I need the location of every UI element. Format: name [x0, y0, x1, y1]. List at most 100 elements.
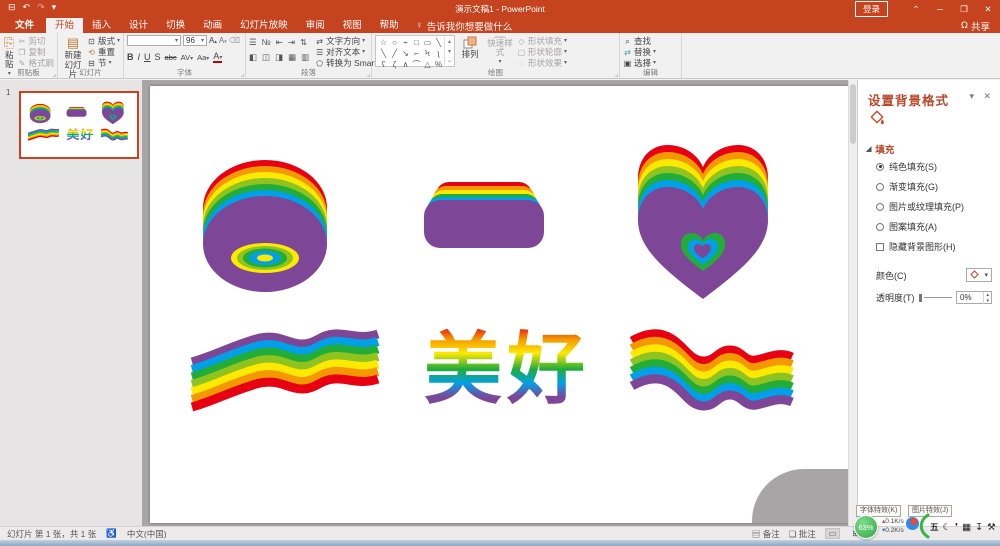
option-gradient-fill[interactable]: 渐变填充(G) — [876, 180, 964, 193]
gallery-down-icon[interactable]: ▾ — [448, 48, 451, 55]
cut-button[interactable]: ✂剪切 — [17, 37, 54, 46]
shape-star-icon[interactable]: ☆ — [378, 37, 389, 48]
slide-thumbnail[interactable] — [19, 91, 139, 159]
tab-transitions[interactable]: 切换 — [157, 18, 194, 33]
spin-down-icon[interactable]: ▾ — [986, 298, 989, 304]
toolbox-wrench-icon[interactable]: ⚒ — [987, 522, 996, 533]
download-tray-icon[interactable]: ↧ — [975, 522, 983, 533]
punctuation-icon[interactable]: ❜ — [955, 522, 958, 533]
rainbow-donut-shape[interactable] — [203, 160, 327, 292]
shape-rect-icon[interactable]: □ — [411, 37, 422, 48]
columns-button[interactable]: ▥ — [301, 52, 309, 63]
vertical-scrollbar[interactable] — [848, 80, 857, 526]
color-picker-button[interactable]: ▾ — [966, 268, 992, 282]
clear-formatting-button[interactable]: ⌫ — [229, 36, 240, 45]
keyboard-grid-icon[interactable]: ▦ — [962, 522, 971, 533]
increase-indent-button[interactable]: ⇥ — [288, 37, 295, 48]
tab-file[interactable]: 文件 — [3, 18, 46, 33]
shape-scribble-icon[interactable]: ⌁ — [400, 37, 411, 48]
slider-thumb[interactable] — [919, 294, 922, 302]
rainbow-heart-shape[interactable] — [638, 145, 768, 299]
shape-rounded-rect-icon[interactable]: ▭ — [422, 37, 433, 48]
clipboard-dialog-launcher[interactable]: ⌟ — [53, 70, 56, 78]
align-left-button[interactable]: ◧ — [249, 52, 257, 63]
transparency-spinner[interactable]: 0% ▴▾ — [956, 291, 992, 304]
bold-button[interactable]: B — [127, 52, 134, 62]
line-spacing-button[interactable]: ⇅ — [300, 37, 307, 48]
network-speed-monitor[interactable]: ▴0.1K/s ▾0.2K/s — [882, 517, 904, 535]
shape-line3-icon[interactable]: ╱ — [389, 48, 400, 59]
sign-in-button[interactable]: 登录 — [855, 1, 888, 17]
tab-review[interactable]: 审阅 — [297, 18, 334, 33]
panel-dropdown-icon[interactable]: ▾ — [969, 91, 974, 102]
share-button[interactable]: Ω 共享 — [961, 18, 990, 33]
align-center-button[interactable]: ◫ — [262, 52, 270, 63]
grow-font-button[interactable]: A▴ — [209, 36, 217, 45]
option-picture-fill[interactable]: 图片或纹理填充(P) — [876, 200, 964, 213]
tab-view[interactable]: 视图 — [334, 18, 371, 33]
shape-arrow-icon[interactable]: ↘ — [400, 48, 411, 59]
align-right-button[interactable]: ◨ — [275, 52, 283, 63]
gallery-more-icon[interactable]: ⌄ — [447, 57, 452, 64]
rainbow-wordart-text[interactable]: 美好 — [424, 325, 590, 413]
tab-home[interactable]: 开始 — [46, 18, 83, 33]
underline-button[interactable]: U — [144, 52, 151, 62]
ime-wubi-icon[interactable]: 五 — [930, 521, 939, 533]
layout-button[interactable]: ⊡版式▾ — [87, 37, 120, 46]
tab-slideshow[interactable]: 幻灯片放映 — [231, 18, 297, 33]
char-spacing-button[interactable]: AV▾ — [181, 53, 193, 62]
notes-button[interactable]: ▤ 备注 — [752, 528, 780, 540]
change-case-button[interactable]: Aa▾ — [197, 53, 209, 62]
overlay-tooltip-2[interactable]: 图片特效(J) — [908, 505, 952, 517]
bullets-button[interactable]: ☰ — [249, 37, 257, 48]
scrollbar-thumb[interactable] — [850, 84, 856, 144]
rainbow-wave-right-shape[interactable] — [632, 334, 792, 406]
font-name-combo[interactable]: ▾ — [127, 35, 181, 46]
numbering-button[interactable]: № — [262, 37, 271, 48]
decrease-indent-button[interactable]: ⇤ — [276, 37, 283, 48]
panel-close-icon[interactable]: ✕ — [983, 91, 991, 102]
tab-design[interactable]: 设计 — [120, 18, 157, 33]
shape-zigzag-icon[interactable]: Ϟ — [422, 48, 433, 59]
shape-line2-icon[interactable]: ╲ — [378, 48, 389, 59]
shape-oval-icon[interactable]: ○ — [389, 37, 400, 48]
tab-insert[interactable]: 插入 — [83, 18, 120, 33]
italic-button[interactable]: I — [138, 52, 141, 62]
font-size-combo[interactable]: 96▾ — [183, 35, 207, 46]
normal-view-button[interactable]: ▭ — [825, 528, 841, 539]
ime-toolbar[interactable]: 五 ☾ ❜ ▦ ↧ ⚒ — [930, 521, 996, 533]
tell-me-box[interactable]: ♀ 告诉我你想要做什么 — [416, 18, 513, 33]
quick-styles-button[interactable]: 快速样式 ▾ — [485, 35, 515, 67]
restore-icon[interactable]: ❐ — [952, 0, 976, 18]
moon-icon[interactable]: ☾ — [943, 522, 952, 533]
close-icon[interactable]: ✕ — [976, 0, 1000, 18]
gallery-up-icon[interactable]: ▴ — [448, 38, 451, 45]
language-indicator[interactable]: 中文(中国) — [127, 528, 167, 540]
reset-button[interactable]: ⟲重置 — [87, 48, 120, 57]
paste-button[interactable]: ⎘ 粘贴 ▾ — [3, 35, 15, 67]
paragraph-dialog-launcher[interactable]: ⌟ — [367, 70, 370, 78]
minimize-icon[interactable]: ─ — [928, 0, 952, 18]
text-shadow-button[interactable]: S — [155, 52, 161, 62]
font-color-button[interactable]: A▾ — [213, 51, 222, 63]
shape-elbow-icon[interactable]: ⌐ — [411, 48, 422, 59]
drawing-dialog-launcher[interactable]: ⌟ — [615, 70, 618, 78]
justify-button[interactable]: ▦ — [288, 52, 296, 63]
shape-outline-button[interactable]: ▢形状轮廓▾ — [517, 48, 567, 57]
rainbow-rounded-rect-shape[interactable] — [424, 182, 544, 248]
strikethrough-button[interactable]: abc — [165, 53, 177, 62]
paint-bucket-icon[interactable] — [870, 110, 886, 125]
copy-button[interactable]: ❐复制 — [17, 48, 54, 57]
shrink-font-button[interactable]: A▾ — [219, 36, 227, 45]
comments-button[interactable]: ❏ 批注 — [789, 528, 816, 540]
option-hide-background[interactable]: 隐藏背景图形(H) — [876, 240, 964, 253]
ribbon-options-icon[interactable]: ⌃ — [904, 0, 928, 18]
accessibility-icon[interactable]: ♿ — [106, 528, 117, 539]
shape-fill-button[interactable]: ◇形状填充▾ — [517, 37, 567, 46]
shape-curve-icon[interactable]: ʅ — [433, 48, 444, 59]
find-button[interactable]: ⌕查找 — [623, 37, 656, 46]
option-solid-fill[interactable]: 纯色填充(S) — [876, 160, 964, 173]
rainbow-wave-left-shape[interactable] — [192, 334, 378, 407]
slide[interactable]: 美好 — [150, 86, 848, 523]
font-dialog-launcher[interactable]: ⌟ — [241, 70, 244, 78]
